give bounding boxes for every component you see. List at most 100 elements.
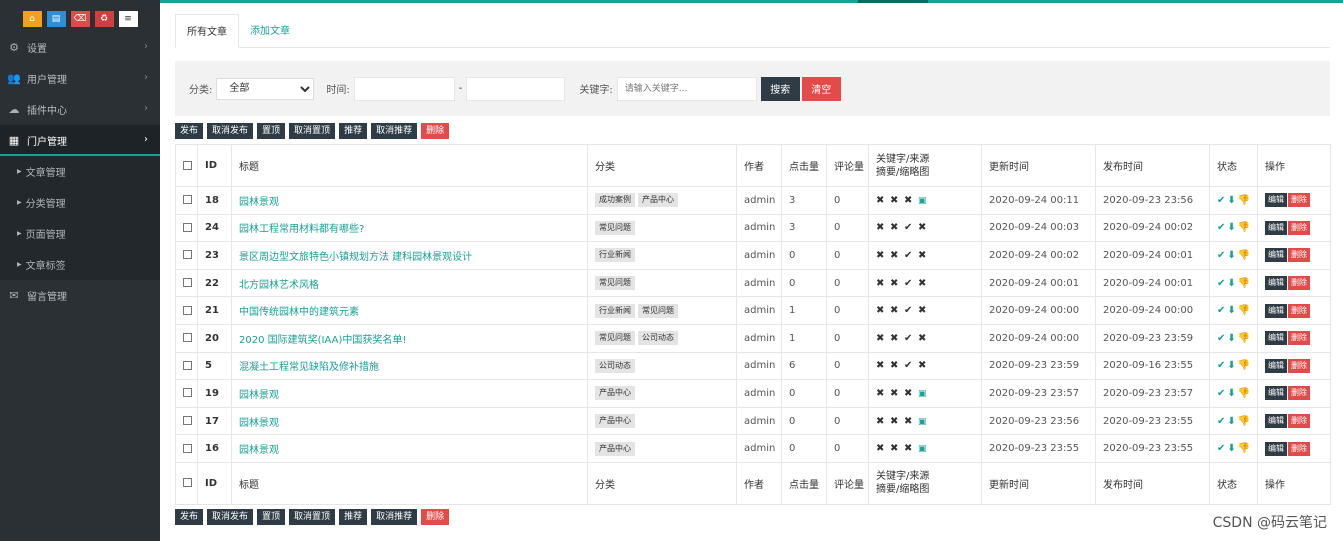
submenu-item-categories[interactable]: ▶ 分类管理 bbox=[0, 187, 160, 218]
home-icon[interactable]: ⌂ bbox=[22, 11, 42, 27]
article-title-link[interactable]: 北方园林艺术风格 bbox=[231, 268, 588, 298]
row-delete-button[interactable]: 删除 bbox=[1288, 358, 1310, 373]
arrow-down-icon[interactable]: ⬇ bbox=[1227, 305, 1235, 316]
list-icon[interactable]: ≡ bbox=[118, 11, 138, 27]
arrow-down-icon[interactable]: ⬇ bbox=[1227, 416, 1235, 427]
recommend-button[interactable]: 推荐 bbox=[339, 123, 368, 139]
arrow-down-icon[interactable]: ⬇ bbox=[1227, 222, 1235, 233]
unrecommend-button[interactable]: 取消推荐 bbox=[371, 508, 418, 525]
row-checkbox[interactable] bbox=[183, 333, 192, 343]
delete-button[interactable]: 删除 bbox=[421, 123, 450, 139]
tab-add-article[interactable]: 添加文章 bbox=[239, 14, 301, 48]
unpublish-button[interactable]: 取消发布 bbox=[207, 123, 254, 139]
recycle-icon[interactable]: ♻ bbox=[94, 11, 114, 27]
pin-button[interactable]: 置顶 bbox=[257, 123, 286, 139]
sidebar-item-portal[interactable]: ▦ 门户管理 › bbox=[0, 125, 160, 156]
check-icon[interactable]: ✔ bbox=[1217, 388, 1225, 399]
check-icon[interactable]: ✔ bbox=[1217, 333, 1225, 344]
delete-button[interactable]: 删除 bbox=[421, 508, 450, 525]
category-tag[interactable]: 行业新闻 bbox=[595, 303, 635, 318]
category-tag[interactable]: 常见问题 bbox=[595, 220, 635, 235]
publish-button[interactable]: 发布 bbox=[175, 123, 204, 139]
submenu-item-articles[interactable]: ▶ 文章管理 bbox=[0, 156, 160, 187]
check-icon[interactable]: ✔ bbox=[1217, 305, 1225, 316]
unpublish-button[interactable]: 取消发布 bbox=[207, 508, 254, 525]
row-delete-button[interactable]: 删除 bbox=[1288, 193, 1310, 208]
sidebar-item-messages[interactable]: ✉ 留言管理 bbox=[0, 280, 160, 311]
row-delete-button[interactable]: 删除 bbox=[1288, 220, 1310, 235]
search-button[interactable]: 搜索 bbox=[760, 76, 800, 101]
edit-button[interactable]: 编辑 bbox=[1265, 220, 1287, 235]
article-title-link[interactable]: 中国传统园林中的建筑元素 bbox=[231, 296, 588, 325]
file-icon[interactable]: ▤ bbox=[46, 11, 66, 27]
sidebar-item-users[interactable]: 👥 用户管理 › bbox=[0, 63, 160, 94]
category-tag[interactable]: 公司动态 bbox=[638, 331, 678, 346]
article-title-link[interactable]: 园林景观 bbox=[231, 406, 588, 436]
arrow-down-icon[interactable]: ⬇ bbox=[1227, 360, 1235, 371]
article-title-link[interactable]: 2020 国际建筑奖(IAA)中国获奖名单! bbox=[231, 323, 588, 353]
category-tag[interactable]: 常见问题 bbox=[595, 331, 635, 346]
arrow-down-icon[interactable]: ⬇ bbox=[1227, 443, 1235, 454]
sidebar-item-settings[interactable]: ⚙ 设置 › bbox=[0, 32, 160, 63]
publish-button[interactable]: 发布 bbox=[175, 508, 204, 525]
check-icon[interactable]: ✔ bbox=[1217, 195, 1225, 206]
select-all-checkbox[interactable] bbox=[183, 478, 192, 488]
article-title-link[interactable]: 景区周边型文旅特色小镇规划方法 建科园林景观设计 bbox=[231, 241, 588, 270]
edit-button[interactable]: 编辑 bbox=[1265, 248, 1287, 263]
article-title-link[interactable]: 园林景观 bbox=[231, 379, 588, 408]
row-checkbox[interactable] bbox=[183, 222, 192, 232]
check-icon[interactable]: ✔ bbox=[1217, 278, 1225, 289]
edit-button[interactable]: 编辑 bbox=[1265, 386, 1287, 401]
row-delete-button[interactable]: 删除 bbox=[1288, 441, 1310, 456]
edit-button[interactable]: 编辑 bbox=[1265, 331, 1287, 346]
row-delete-button[interactable]: 删除 bbox=[1288, 331, 1310, 346]
row-checkbox[interactable] bbox=[183, 305, 192, 315]
category-tag[interactable]: 产品中心 bbox=[638, 193, 678, 208]
check-icon[interactable]: ✔ bbox=[1217, 222, 1225, 233]
row-checkbox[interactable] bbox=[183, 250, 192, 260]
thumbs-down-icon[interactable]: 👎 bbox=[1238, 222, 1250, 233]
category-tag[interactable]: 产品中心 bbox=[595, 414, 635, 429]
check-icon[interactable]: ✔ bbox=[1217, 443, 1225, 454]
row-checkbox[interactable] bbox=[183, 443, 192, 453]
row-checkbox[interactable] bbox=[183, 278, 192, 288]
arrow-down-icon[interactable]: ⬇ bbox=[1227, 333, 1235, 344]
category-tag[interactable]: 常见问题 bbox=[638, 303, 678, 318]
category-tag[interactable]: 产品中心 bbox=[595, 386, 635, 401]
row-checkbox[interactable] bbox=[183, 388, 192, 398]
edit-button[interactable]: 编辑 bbox=[1265, 276, 1287, 291]
arrow-down-icon[interactable]: ⬇ bbox=[1227, 388, 1235, 399]
thumbs-down-icon[interactable]: 👎 bbox=[1238, 443, 1250, 454]
edit-button[interactable]: 编辑 bbox=[1265, 303, 1287, 318]
submenu-item-pages[interactable]: ▶ 页面管理 bbox=[0, 218, 160, 249]
select-all-checkbox[interactable] bbox=[183, 160, 192, 170]
arrow-down-icon[interactable]: ⬇ bbox=[1227, 250, 1235, 261]
category-tag[interactable]: 成功案例 bbox=[595, 193, 635, 208]
thumbs-down-icon[interactable]: 👎 bbox=[1238, 388, 1250, 399]
end-time-input[interactable] bbox=[466, 76, 566, 101]
edit-button[interactable]: 编辑 bbox=[1265, 414, 1287, 429]
check-icon[interactable]: ✔ bbox=[1217, 416, 1225, 427]
thumbs-down-icon[interactable]: 👎 bbox=[1238, 360, 1250, 371]
tab-all-articles[interactable]: 所有文章 bbox=[175, 14, 239, 48]
thumbs-down-icon[interactable]: 👎 bbox=[1238, 278, 1250, 289]
row-delete-button[interactable]: 删除 bbox=[1288, 386, 1310, 401]
sidebar-item-plugins[interactable]: ☁ 插件中心 › bbox=[0, 94, 160, 125]
category-tag[interactable]: 行业新闻 bbox=[595, 248, 635, 263]
thumbs-down-icon[interactable]: 👎 bbox=[1238, 250, 1250, 261]
check-icon[interactable]: ✔ bbox=[1217, 250, 1225, 261]
row-checkbox[interactable] bbox=[183, 195, 192, 205]
row-delete-button[interactable]: 删除 bbox=[1288, 248, 1310, 263]
arrow-down-icon[interactable]: ⬇ bbox=[1227, 278, 1235, 289]
category-tag[interactable]: 公司动态 bbox=[595, 358, 635, 373]
edit-button[interactable]: 编辑 bbox=[1265, 193, 1287, 208]
article-title-link[interactable]: 园林景观 bbox=[231, 186, 588, 215]
clear-button[interactable]: 清空 bbox=[801, 76, 841, 101]
keyword-input[interactable] bbox=[616, 76, 757, 101]
recommend-button[interactable]: 推荐 bbox=[339, 508, 368, 525]
article-title-link[interactable]: 混凝土工程常见缺陷及修补措施 bbox=[231, 351, 588, 381]
arrow-down-icon[interactable]: ⬇ bbox=[1227, 195, 1235, 206]
row-checkbox[interactable] bbox=[183, 416, 192, 426]
article-title-link[interactable]: 园林工程常用材料都有哪些? bbox=[231, 213, 588, 243]
pin-button[interactable]: 置顶 bbox=[257, 508, 286, 525]
